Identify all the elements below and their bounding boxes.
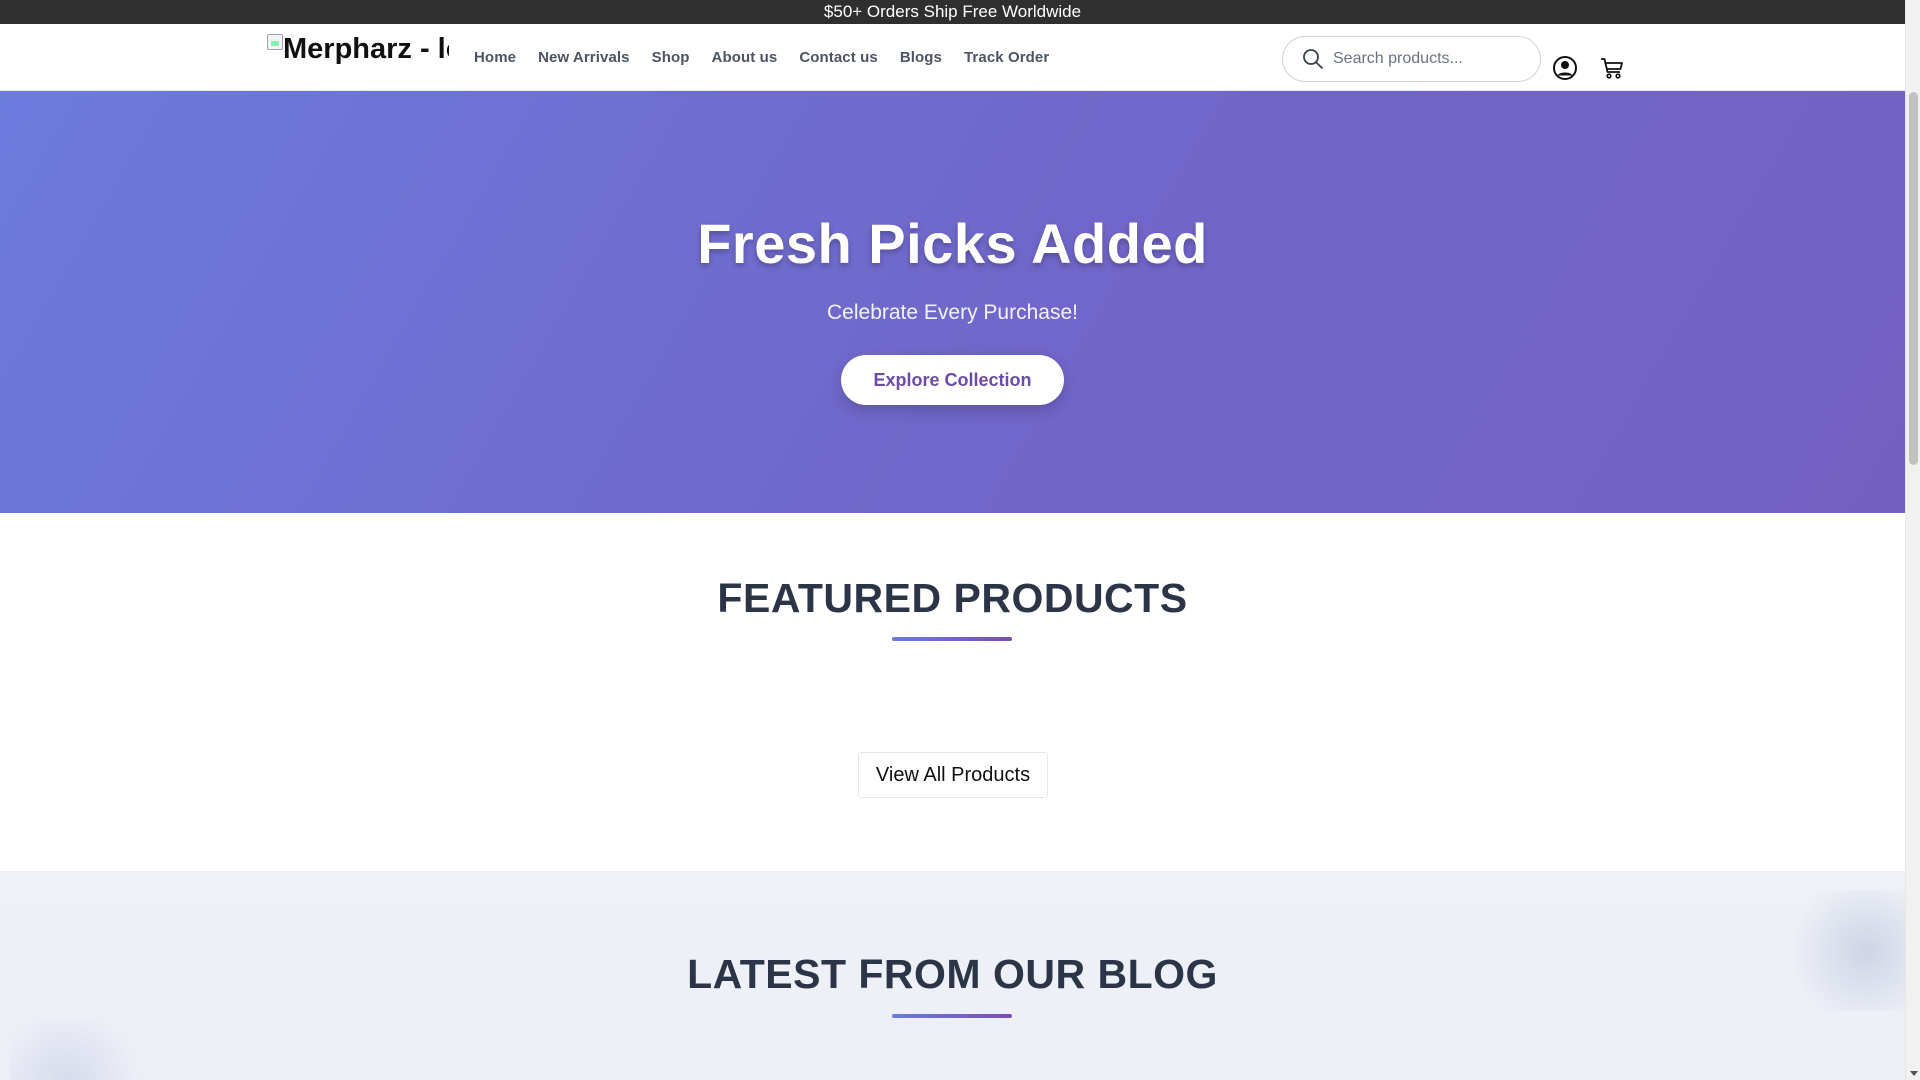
scroll-down-arrow-icon[interactable] bbox=[1910, 1071, 1918, 1076]
nav-new-arrivals[interactable]: New Arrivals bbox=[538, 49, 630, 66]
decorative-blob bbox=[10, 1021, 150, 1080]
nav-about-us[interactable]: About us bbox=[712, 49, 778, 66]
account-icon bbox=[1553, 56, 1577, 80]
blog-title: LATEST FROM OUR BLOG bbox=[687, 951, 1218, 997]
nav-home[interactable]: Home bbox=[474, 49, 516, 66]
page: $50+ Orders Ship Free Worldwide Merpharz… bbox=[0, 0, 1905, 1080]
cart-icon bbox=[1601, 58, 1623, 79]
featured-products-title: FEATURED PRODUCTS bbox=[717, 575, 1188, 621]
hero-banner: Fresh Picks Added Celebrate Every Purcha… bbox=[0, 91, 1905, 513]
nav-shop[interactable]: Shop bbox=[652, 49, 690, 66]
hero-subtitle: Celebrate Every Purchase! bbox=[827, 301, 1078, 324]
announcement-bar: $50+ Orders Ship Free Worldwide bbox=[0, 0, 1905, 24]
nav-contact-us[interactable]: Contact us bbox=[799, 49, 878, 66]
account-button[interactable] bbox=[1551, 54, 1579, 82]
blog-section: LATEST FROM OUR BLOG bbox=[0, 871, 1905, 1080]
site-header: Merpharz - lo Home New Arrivals Shop Abo… bbox=[0, 24, 1905, 91]
nav-track-order[interactable]: Track Order bbox=[964, 49, 1049, 66]
broken-image-icon bbox=[267, 34, 283, 50]
title-underline bbox=[892, 637, 1012, 641]
logo-alt-text: Merpharz - lo bbox=[283, 33, 449, 65]
page-scrollbar[interactable] bbox=[1905, 0, 1920, 1080]
main-nav: Home New Arrivals Shop About us Contact … bbox=[474, 24, 1071, 91]
search-icon[interactable] bbox=[1301, 47, 1325, 71]
search-box[interactable] bbox=[1282, 36, 1541, 82]
nav-blogs[interactable]: Blogs bbox=[900, 49, 942, 66]
scrollbar-thumb[interactable] bbox=[1909, 92, 1918, 465]
announcement-text: $50+ Orders Ship Free Worldwide bbox=[823, 2, 1082, 21]
hero-title: Fresh Picks Added bbox=[697, 212, 1208, 275]
featured-products-section: FEATURED PRODUCTS View All Products bbox=[0, 513, 1905, 871]
search-input[interactable] bbox=[1333, 50, 1523, 68]
site-logo[interactable]: Merpharz - lo bbox=[267, 32, 449, 66]
explore-collection-button[interactable]: Explore Collection bbox=[841, 355, 1064, 405]
cart-button[interactable] bbox=[1598, 54, 1626, 82]
title-underline bbox=[892, 1014, 1012, 1018]
view-all-products-button[interactable]: View All Products bbox=[858, 752, 1048, 798]
